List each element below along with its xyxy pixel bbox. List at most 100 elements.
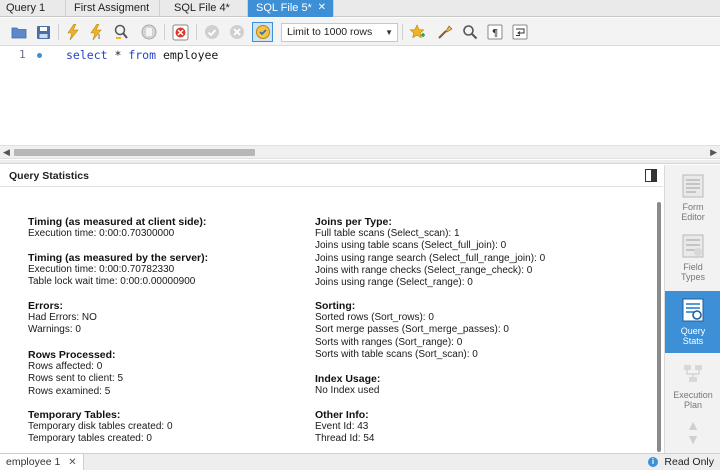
stat-line: Rows affected: 0 (28, 361, 103, 372)
tab-query-1[interactable]: Query 1 (0, 0, 66, 17)
stat-line: Joins using table scans (Select_full_joi… (315, 240, 507, 252)
chevron-down-icon: ▼ (385, 28, 393, 37)
sql-editor[interactable]: 1 select * from employee (0, 46, 720, 144)
stat-line: Warnings: 0 (28, 324, 81, 336)
tab-label: SQL File 5* (256, 2, 312, 14)
stat-line: Sorts with table scans (Sort_scan): 0 (315, 348, 478, 360)
scroll-right-icon[interactable]: ▶ (710, 147, 717, 158)
editor-horizontal-scrollbar[interactable]: ◀ ▶ (0, 145, 720, 159)
field-types-icon (681, 233, 705, 259)
stat-line: Temporary tables created: 0 (28, 433, 152, 445)
section-heading: Errors: (28, 300, 64, 312)
result-panel-header: Query Statistics (0, 165, 663, 187)
code-line[interactable]: select * from employee (66, 48, 218, 62)
section-heading: Timing (as measured by the server): (28, 252, 209, 264)
execute-icon[interactable] (64, 23, 82, 41)
stats-vertical-scrollbar[interactable] (655, 188, 663, 453)
explain-icon[interactable] (112, 23, 130, 41)
beautify-icon[interactable] (436, 23, 454, 41)
keyword-token: from (128, 48, 157, 62)
sidebar-item-label: Field (683, 262, 703, 272)
close-tab-icon[interactable]: ✕ (318, 0, 326, 16)
stats-section: Rows Processed: Rows affected: 0 Rows se… (28, 349, 318, 398)
stat-line: Sorted rows (Sort_rows): 0 (315, 312, 434, 323)
info-icon: i (648, 457, 658, 467)
limit-rows-select[interactable]: Limit to 1000 rows ▼ (281, 23, 398, 42)
section-heading: Other Info: (315, 409, 369, 421)
execute-current-icon[interactable]: I (88, 23, 106, 41)
svg-text:¶: ¶ (492, 28, 498, 39)
sidebar-item-form-editor[interactable]: Form Editor (665, 169, 720, 227)
wrap-lines-icon[interactable] (511, 23, 529, 41)
limit-rows-value: Limit to 1000 rows (287, 26, 373, 38)
stat-line: Sorts with ranges (Sort_range): 0 (315, 336, 463, 348)
stat-line: Table lock wait time: 0:00:0.00000900 (28, 276, 196, 288)
sidebar-item-query-stats[interactable]: Query Stats (665, 291, 720, 353)
query-statistics-body: Timing (as measured at client side): Exe… (0, 188, 655, 453)
read-only-status: Read Only (664, 456, 714, 468)
scroll-left-icon[interactable]: ◀ (3, 147, 10, 158)
form-editor-icon (681, 173, 705, 199)
query-stats-icon (681, 297, 705, 323)
sidebar-item-label: Editor (681, 212, 705, 222)
panel-title: Query Statistics (9, 170, 89, 182)
stats-section: Temporary Tables: Temporary disk tables … (28, 409, 318, 446)
sidebar-scroll-up-icon[interactable]: ▲ (683, 418, 703, 432)
section-heading: Timing (as measured at client side): (28, 216, 207, 228)
stats-section: Index Usage: No Index used (315, 373, 645, 397)
section-heading: Temporary Tables: (28, 409, 121, 421)
toggle-error-icon[interactable] (171, 23, 189, 41)
panel-splitter[interactable] (0, 160, 720, 164)
section-heading: Sorting: (315, 300, 356, 312)
stat-line: No Index used (315, 385, 380, 396)
stats-section: Timing (as measured at client side): Exe… (28, 216, 318, 240)
tab-label: First Assigment (74, 2, 150, 14)
tab-label: SQL File 4* (174, 2, 230, 14)
stat-line: Joins with range checks (Select_range_ch… (315, 264, 533, 276)
tab-first-assigment[interactable]: First Assigment (66, 0, 160, 17)
result-tab-employee-1[interactable]: employee 1 ✕ (0, 454, 84, 470)
result-tab-label: employee 1 (6, 456, 61, 468)
stats-section: Other Info: Event Id: 43 Thread Id: 54 (315, 409, 645, 446)
sidebar-item-field-types[interactable]: Field Types (665, 229, 720, 287)
tab-sql-file-4[interactable]: SQL File 4* (160, 0, 248, 17)
open-folder-icon[interactable] (10, 23, 28, 41)
save-icon[interactable] (34, 23, 52, 41)
section-heading: Index Usage: (315, 373, 381, 385)
stats-section: Timing (as measured by the server): Exec… (28, 252, 318, 289)
section-heading: Rows Processed: (28, 349, 116, 361)
sidebar-item-label: Types (680, 272, 705, 282)
scrollbar-thumb[interactable] (657, 202, 661, 452)
line-number: 1 (19, 48, 26, 61)
stop-icon[interactable] (140, 23, 158, 41)
statement-marker-icon (37, 53, 42, 58)
autocommit-icon[interactable] (252, 22, 273, 42)
toggle-sidebar-icon[interactable] (645, 169, 657, 182)
stat-line: Sort merge passes (Sort_merge_passes): 0 (315, 324, 509, 336)
code-token: employee (156, 48, 219, 62)
stats-section: Joins per Type: Full table scans (Select… (315, 216, 645, 289)
sidebar-item-label: Plan (683, 400, 702, 410)
stat-line: Thread Id: 54 (315, 433, 375, 445)
stat-line: Joins using range (Select_range): 0 (315, 277, 473, 289)
section-heading: Joins per Type: (315, 216, 392, 228)
close-result-tab-icon[interactable]: ✕ (68, 457, 76, 468)
tab-sql-file-5[interactable]: SQL File 5* ✕ (248, 0, 334, 17)
sql-editor-toolbar: I Limit to 1000 rows ▼ ¶ (0, 18, 720, 46)
stat-line: Event Id: 43 (315, 421, 369, 432)
stat-line: Execution time: 0:00:0.70300000 (28, 228, 175, 239)
commit-icon[interactable] (203, 23, 221, 41)
sidebar-scroll-down-icon[interactable]: ▼ (683, 432, 703, 446)
scrollbar-thumb[interactable] (14, 149, 255, 156)
code-token: * (107, 48, 129, 62)
find-icon[interactable] (461, 23, 479, 41)
bookmark-star-icon[interactable] (408, 23, 426, 41)
rollback-icon[interactable] (228, 23, 246, 41)
invisible-chars-icon[interactable]: ¶ (486, 23, 504, 41)
status-bar: employee 1 ✕ i Read Only (0, 453, 720, 470)
stat-line: Rows sent to client: 5 (28, 373, 124, 385)
sidebar-item-label: Query (680, 326, 706, 336)
stat-line: Execution time: 0:00:0.70782330 (28, 264, 175, 275)
keyword-token: select (66, 48, 108, 62)
sidebar-item-execution-plan[interactable]: Execution Plan (665, 357, 720, 415)
